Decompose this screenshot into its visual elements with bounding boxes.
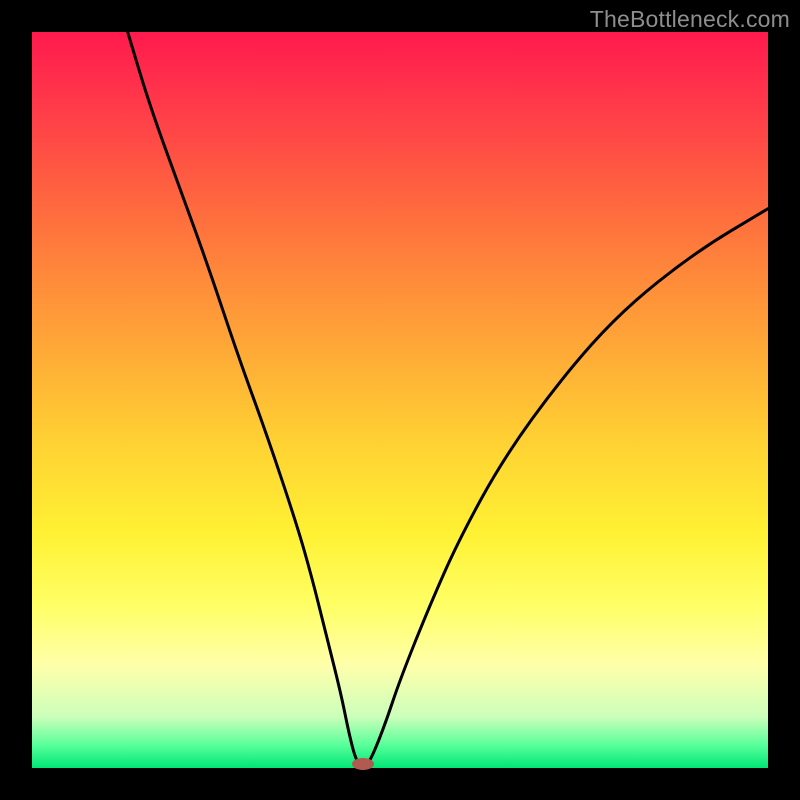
minimum-marker [352,758,374,770]
watermark-text: TheBottleneck.com [590,6,790,33]
chart-frame: TheBottleneck.com [0,0,800,800]
bottleneck-curve [32,32,768,768]
